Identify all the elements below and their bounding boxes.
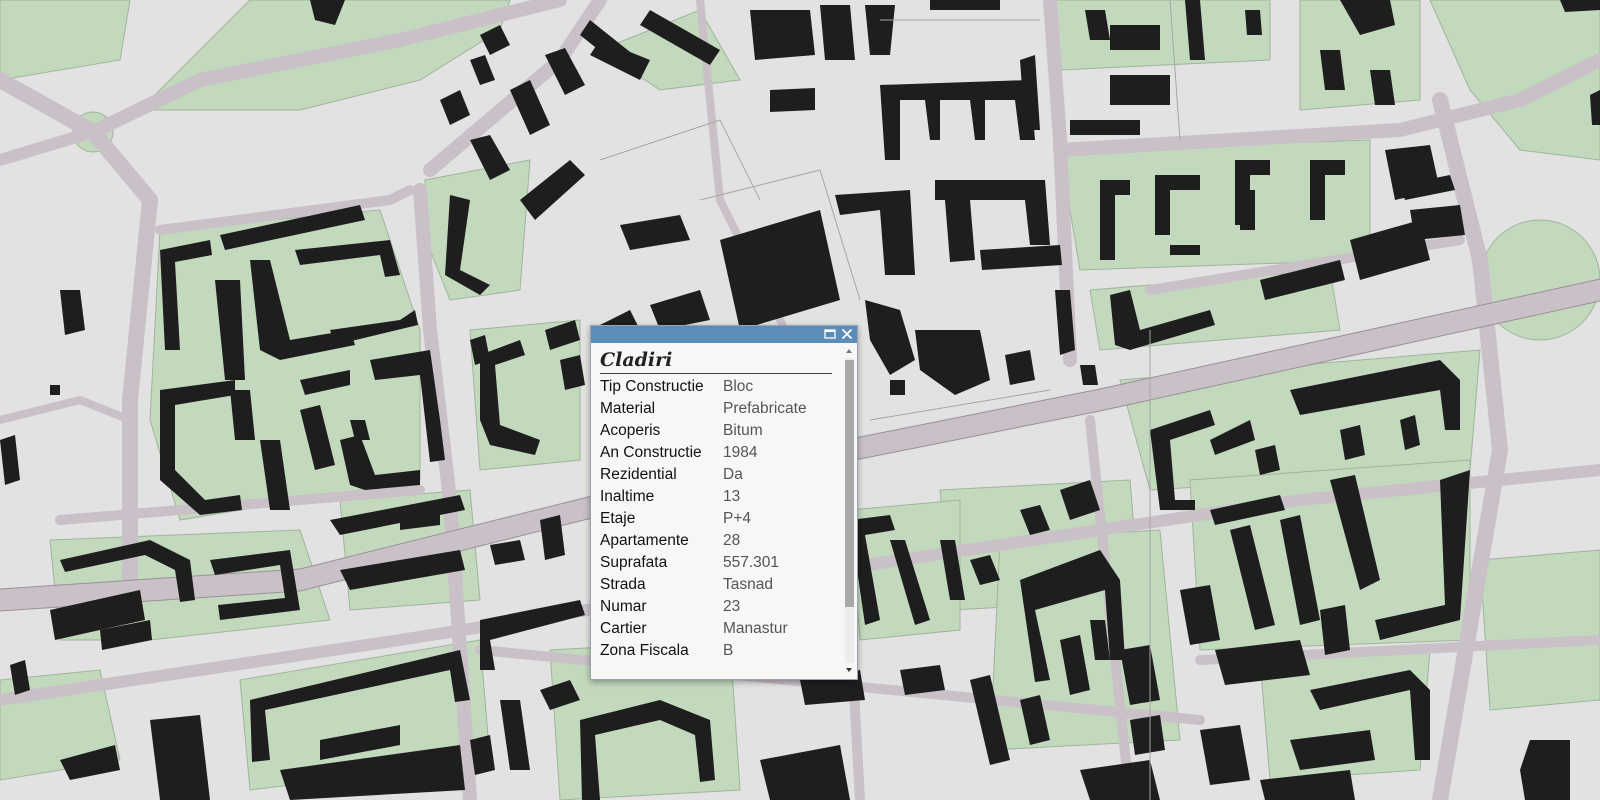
attribute-table: Tip Constructie Bloc Material Prefabricate A… (600, 376, 807, 662)
attribute-key: Suprafata (600, 554, 668, 571)
popup-body: Cladiri Tip Constructie Bloc Material Prefa… (591, 343, 857, 679)
attribute-value: 1984 (723, 444, 758, 461)
attribute-value: B (723, 642, 734, 659)
attribute-value: 557.301 (723, 554, 780, 571)
attribute-key: Zona Fiscala (600, 642, 689, 659)
attribute-row: Material Prefabricate (600, 398, 807, 420)
attribute-row: An Constructie 1984 (600, 442, 807, 464)
attribute-row: Zona Fiscala B (600, 640, 807, 662)
attribute-row: Cartier Manastur (600, 618, 807, 640)
attribute-value: 28 (723, 532, 741, 549)
attribute-row: Suprafata 557.301 (600, 552, 807, 574)
scroll-up-icon[interactable] (843, 346, 855, 356)
attribute-value: Prefabricate (723, 400, 807, 417)
attribute-row: Strada Tasnad (600, 574, 807, 596)
attribute-row: Acoperis Bitum (600, 420, 807, 442)
attribute-key: Tip Constructie (600, 378, 704, 395)
attribute-row: Rezidential Da (600, 464, 807, 486)
popup-scrollbar[interactable] (843, 346, 855, 672)
attribute-value: P+4 (723, 510, 752, 527)
attribute-key: Etaje (600, 510, 636, 527)
attribute-row: Apartamente 28 (600, 530, 807, 552)
attribute-key: An Constructie (600, 444, 702, 461)
attribute-value: 23 (723, 598, 741, 615)
attribute-row: Etaje P+4 (600, 508, 807, 530)
attribute-row: Numar 23 (600, 596, 807, 618)
attribute-value: 13 (723, 488, 741, 505)
attribute-value: Bloc (723, 378, 754, 395)
attribute-key: Cartier (600, 620, 647, 637)
attribute-key: Strada (600, 576, 646, 593)
attribute-value: Bitum (723, 422, 763, 439)
attribute-key: Apartamente (600, 532, 689, 549)
attribute-value: Manastur (723, 620, 788, 637)
attribute-row: Tip Constructie Bloc (600, 376, 807, 398)
attribute-key: Numar (600, 598, 647, 615)
maximize-icon[interactable] (823, 327, 837, 341)
feature-info-popup[interactable]: Cladiri Tip Constructie Bloc Material Prefa… (590, 325, 858, 680)
scroll-down-icon[interactable] (843, 665, 855, 675)
popup-header[interactable] (591, 326, 857, 343)
scrollbar-thumb[interactable] (845, 360, 854, 607)
attribute-key: Material (600, 400, 656, 417)
attribute-key: Rezidential (600, 466, 677, 483)
attribute-key: Acoperis (600, 422, 661, 439)
popup-content: Cladiri Tip Constructie Bloc Material Prefa… (600, 347, 832, 662)
attribute-key: Inaltime (600, 488, 655, 505)
attribute-value: Da (723, 466, 743, 483)
attribute-row: Inaltime 13 (600, 486, 807, 508)
attribute-value: Tasnad (723, 576, 773, 593)
close-icon[interactable] (840, 327, 854, 341)
layer-title: Cladiri (600, 347, 832, 374)
